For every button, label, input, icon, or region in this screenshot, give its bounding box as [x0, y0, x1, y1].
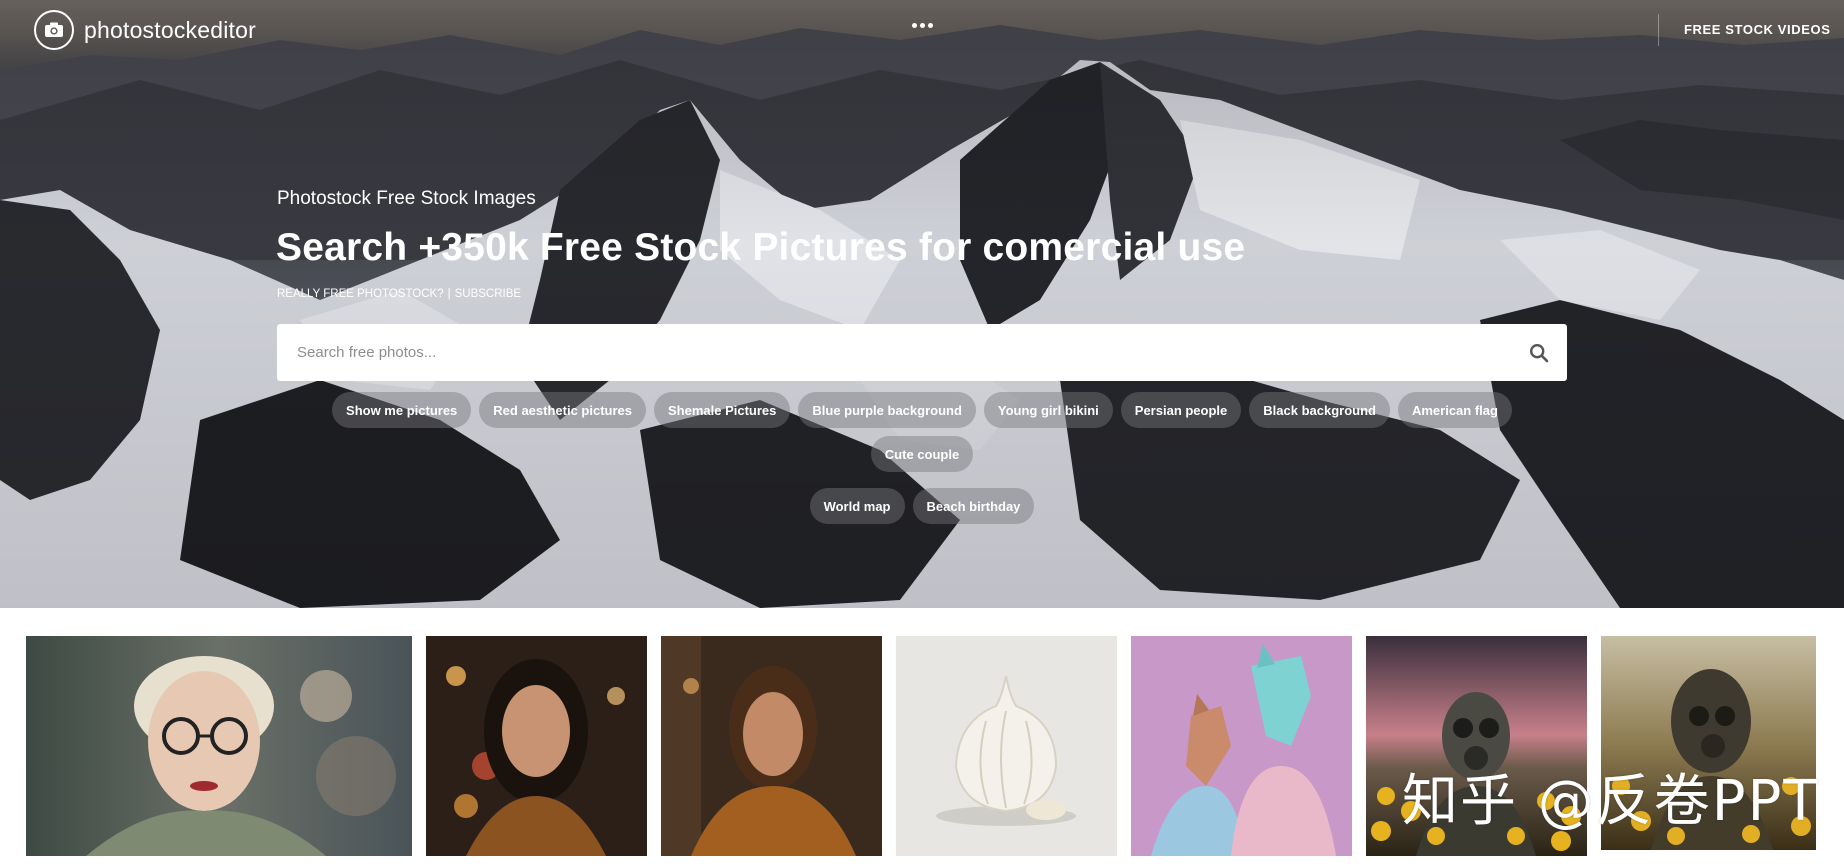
tag-chip[interactable]: Beach birthday [912, 488, 1035, 524]
logo-text: photostockeditor [84, 16, 256, 43]
tag-chip[interactable]: Cute couple [870, 436, 974, 472]
photo-thumbnail-garlic[interactable] [896, 636, 1117, 856]
tag-chip[interactable]: Red aesthetic pictures [479, 392, 646, 428]
hero-eyebrow: Photostock Free Stock Images [277, 188, 536, 209]
tag-chip[interactable]: Shemale Pictures [654, 392, 791, 428]
sublinks-separator: | [447, 288, 451, 300]
tag-chip[interactable]: Young girl bikini [983, 392, 1113, 428]
tag-chip[interactable]: American flag [1397, 392, 1512, 428]
tag-chip[interactable]: Black background [1249, 392, 1390, 428]
more-dots-icon[interactable] [908, 14, 936, 36]
hero-banner: photostockeditor FREE STOCK VIDEOS Photo… [0, 0, 1844, 608]
header-divider [1658, 14, 1659, 46]
camera-icon [34, 10, 74, 50]
hero-headline: Search +350k Free Stock Pictures for com… [276, 226, 1246, 269]
free-stock-videos-link[interactable]: FREE STOCK VIDEOS [1684, 22, 1830, 37]
subscribe-link[interactable]: SUBSCRIBE [455, 288, 521, 300]
photo-thumbnail-dog-couple[interactable] [1131, 636, 1352, 856]
site-logo[interactable]: photostockeditor [34, 10, 256, 50]
search-button[interactable] [1511, 324, 1567, 381]
popular-tags: Show me pictures Red aesthetic pictures … [300, 392, 1544, 524]
photo-thumbnail-woman-dark-hair[interactable] [426, 636, 647, 856]
tag-chip[interactable]: Persian people [1120, 392, 1242, 428]
search-icon [1529, 343, 1549, 362]
search-bar [277, 324, 1567, 381]
photo-thumbnail-woman-glasses[interactable] [26, 636, 412, 856]
really-free-link[interactable]: REALLY FREE PHOTOSTOCK? [277, 288, 444, 300]
tag-chip[interactable]: Show me pictures [332, 392, 472, 428]
watermark-text: 知乎 @反卷PPT [1402, 769, 1820, 834]
tag-chip[interactable]: Blue purple background [798, 392, 976, 428]
search-input[interactable] [277, 324, 1511, 381]
photo-thumbnail-woman-brown-coat[interactable] [661, 636, 882, 856]
tag-chip[interactable]: World map [809, 488, 905, 524]
hero-sublinks: REALLY FREE PHOTOSTOCK? | SUBSCRIBE [277, 288, 521, 300]
